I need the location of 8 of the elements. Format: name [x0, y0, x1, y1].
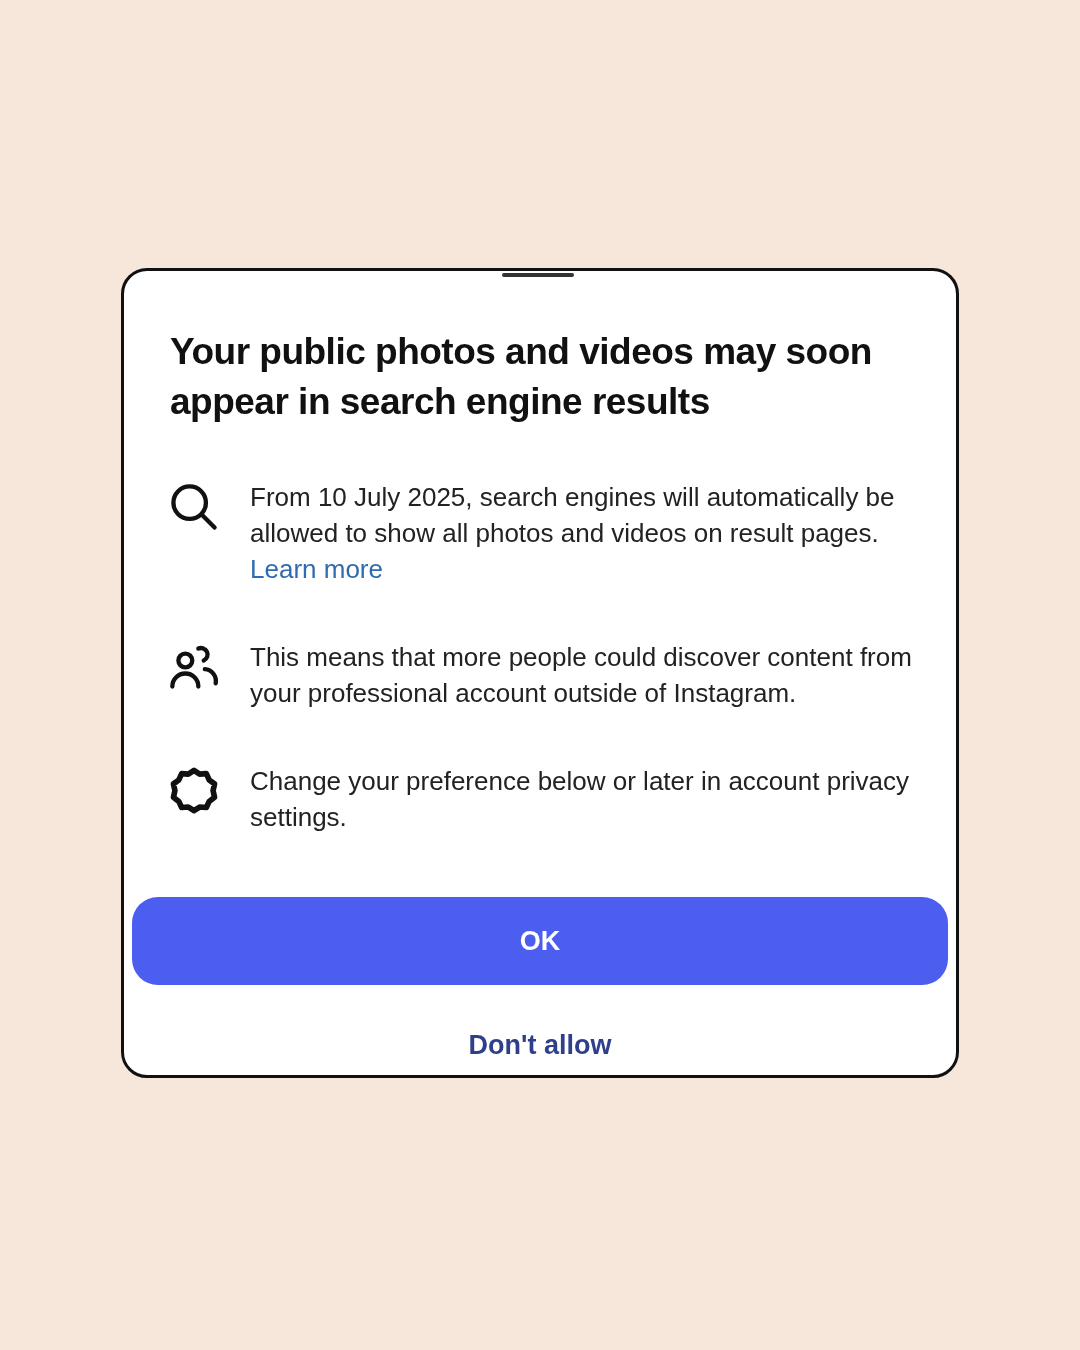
- dont-allow-button[interactable]: Don't allow: [460, 1024, 620, 1066]
- info-text: This means that more people could discover content from your professional account outside of Instagram.: [250, 640, 912, 710]
- ok-button[interactable]: OK: [132, 896, 948, 985]
- info-text: Change your preference below or later in account privacy settings.: [250, 764, 911, 834]
- info-text: From 10 July 2025, search engines will automatically be allowed to show all photos and videos on result pages. Learn more: [250, 480, 896, 586]
- drag-handle[interactable]: [502, 272, 574, 277]
- dialog-title: Your public photos and videos may soon appear in search engine results: [169, 329, 873, 424]
- learn-more-link[interactable]: Learn more: [250, 553, 383, 584]
